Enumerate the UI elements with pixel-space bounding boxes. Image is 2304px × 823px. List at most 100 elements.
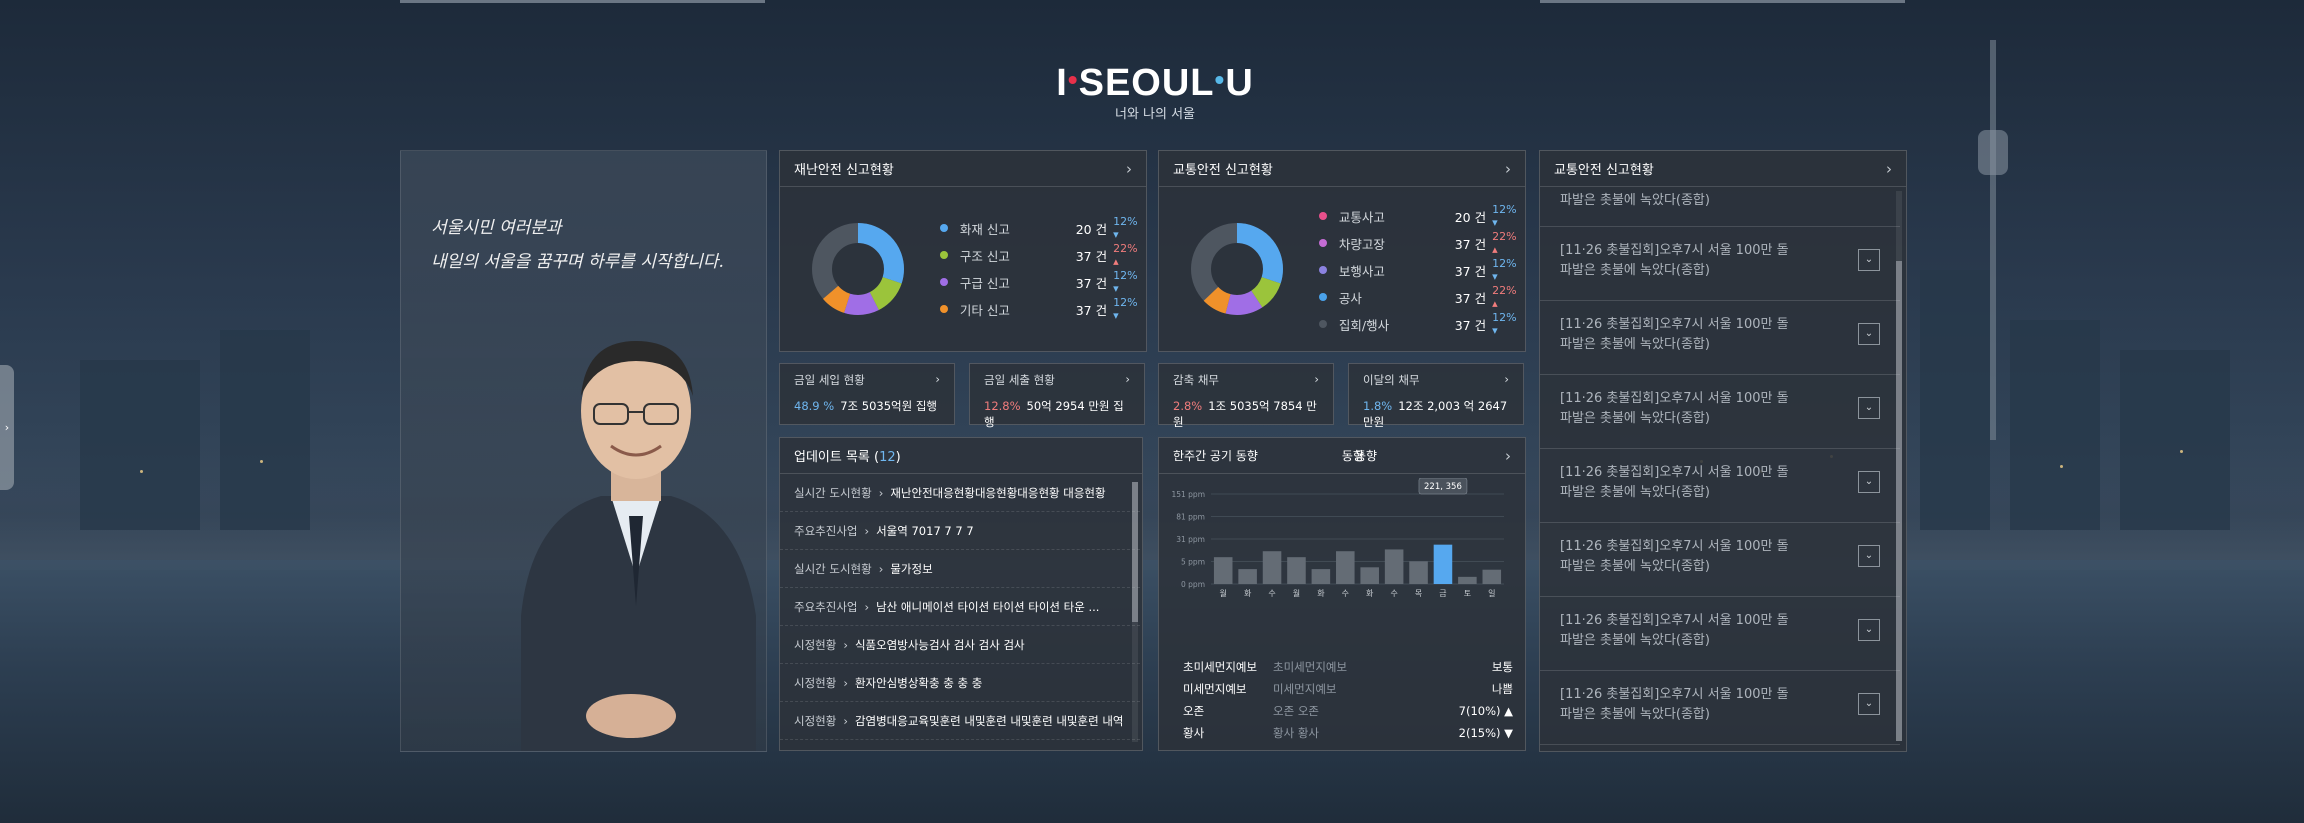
update-list-item[interactable]: 시정현황 › 식품오염방사능검사 검사 검사 검사 bbox=[780, 626, 1140, 664]
news-item-partial[interactable]: 파발은 촛불에 녹았다(종합) bbox=[1560, 189, 1710, 208]
y-tick-label: 151 ppm bbox=[1171, 490, 1205, 499]
y-tick-label: 0 ppm bbox=[1181, 580, 1205, 589]
legend-name: 차량고장 bbox=[1338, 236, 1385, 252]
chart-bar[interactable] bbox=[1458, 576, 1477, 584]
chart-bar[interactable] bbox=[1482, 569, 1502, 584]
update-text: 감염병대응교육및훈련 내및훈련 내및훈련 내및훈련 내역 bbox=[854, 713, 1124, 728]
update-list-item[interactable]: 주요추진사업 › 서울역 7017 7 7 7 bbox=[780, 512, 1140, 550]
chart-bar[interactable] bbox=[1336, 551, 1355, 584]
air-quality-panel: › 한주간 공기 동향 한주간 공기 동향 동향 151 ppm 81 ppm 31… bbox=[1158, 437, 1526, 751]
update-list-item[interactable]: 주요추진사업 › 남산 애니메이션 타이션 타이션 타이션 타운 ... bbox=[780, 588, 1140, 626]
tab-trend[interactable]: 동향 bbox=[1355, 438, 1377, 474]
news-scroll-thumb[interactable] bbox=[1896, 261, 1902, 741]
chevron-down-icon[interactable]: ⌄ bbox=[1858, 545, 1880, 567]
chevron-down-icon[interactable]: ⌄ bbox=[1858, 471, 1880, 493]
chevron-right-icon: › bbox=[935, 372, 940, 386]
news-item[interactable]: [11·26 촛불집회]오후7시 서울 100만 돌 파발은 촛불에 녹았다(종합… bbox=[1540, 597, 1900, 671]
update-scroll-thumb[interactable] bbox=[1132, 482, 1138, 622]
legend-dot bbox=[940, 224, 948, 232]
update-list-item[interactable]: 시정현황 › 환자안심병상확충 충 충 충 bbox=[780, 664, 1140, 702]
y-tick-label: 31 ppm bbox=[1176, 535, 1205, 544]
chevron-right-icon: › bbox=[843, 675, 848, 690]
building bbox=[80, 360, 200, 530]
x-tick-label: 토 bbox=[1464, 589, 1471, 598]
tab-weekly-air-trend[interactable]: 한주간 공기 동향 bbox=[1173, 438, 1258, 474]
legend-pct-value: 12% bbox=[1492, 203, 1517, 216]
legend-dot bbox=[940, 305, 948, 313]
legend-pct-value: 12% bbox=[1492, 311, 1517, 324]
update-category: 실시간 도시현황 bbox=[794, 485, 872, 500]
legend-count: 37 건 bbox=[1075, 248, 1108, 264]
news-headline: [11·26 촛불집회]오후7시 서울 100만 돌 bbox=[1560, 391, 1789, 406]
chart-bar[interactable] bbox=[1409, 561, 1428, 584]
news-headline: [11·26 촛불집회]오후7시 서울 100만 돌 bbox=[1560, 687, 1789, 702]
air-bar-chart: 151 ppm 81 ppm 31 ppm 5 ppm 0 ppm 월 화 수 월 화 수 화 수 목 금 토… bbox=[1171, 478, 1504, 598]
news-item[interactable]: [11·26 촛불집회]오후7시 서울 100만 돌 파발은 촛불에 녹았다(종합… bbox=[1540, 523, 1900, 597]
chevron-right-icon: › bbox=[4, 421, 10, 434]
seoul-tower-head bbox=[1978, 130, 2008, 175]
update-list-item[interactable]: 실시간 도시현황 › 재난안전대응현황대응현황대응현황 대응현황 bbox=[780, 474, 1140, 512]
chevron-right-icon[interactable]: › bbox=[1505, 447, 1511, 465]
finance-box[interactable]: 이달의 채무 › 1.8% 12조 2,003 억 2647 만원 bbox=[1348, 363, 1524, 429]
finance-box[interactable]: 감축 채무 › 2.8% 1조 5035억 7854 만원 bbox=[1158, 363, 1334, 429]
city-light bbox=[2180, 450, 2183, 453]
chevron-right-icon[interactable]: › bbox=[1126, 160, 1132, 178]
air-label: 오존 bbox=[1183, 704, 1205, 718]
finance-value: 7조 5035억원 집행 bbox=[840, 399, 937, 413]
legend-row: 차량고장 37 건 22% ▴ bbox=[1319, 230, 1525, 256]
chart-bar[interactable] bbox=[1311, 569, 1331, 584]
news-headline: [11·26 촛불집회]오후7시 서울 100만 돌 bbox=[1560, 613, 1789, 628]
news-panel-header[interactable]: 교통안전 신고현황 › bbox=[1540, 151, 1906, 187]
legend-pct: 12% ▾ bbox=[1113, 215, 1146, 241]
legend-count: 20 건 bbox=[1075, 221, 1108, 237]
update-text: 남산 애니메이션 타이션 타이션 타이션 타운 ... bbox=[876, 599, 1100, 614]
update-text: 환자안심병상확충 충 충 충 bbox=[854, 675, 983, 690]
chart-bar[interactable] bbox=[1262, 551, 1282, 584]
news-item[interactable]: [11·26 촛불집회]오후7시 서울 100만 돌 파발은 촛불에 녹았다(종합… bbox=[1540, 227, 1900, 301]
news-item[interactable]: [11·26 촛불집회]오후7시 서울 100만 돌 파발은 촛불에 녹았다(종합… bbox=[1540, 449, 1900, 523]
finance-title: 금일 세입 현황 bbox=[794, 373, 865, 387]
news-item[interactable]: [11·26 촛불집회]오후7시 서울 100만 돌 파발은 촛불에 녹았다(종합… bbox=[1540, 671, 1900, 745]
legend-name: 교통사고 bbox=[1338, 209, 1385, 225]
news-item[interactable]: [11·26 촛불집회]오후7시 서울 100만 돌 파발은 촛불에 녹았다(종합… bbox=[1540, 375, 1900, 449]
legend-dot bbox=[940, 251, 948, 259]
update-category: 시정현황 bbox=[794, 713, 837, 728]
legend-pct: 12% ▾ bbox=[1113, 269, 1146, 295]
chevron-down-icon[interactable]: ⌄ bbox=[1858, 397, 1880, 419]
finance-pct: 2.8% bbox=[1173, 399, 1203, 413]
update-list-item[interactable]: 실시간 도시현황 › 물가정보 bbox=[780, 550, 1140, 588]
chevron-right-icon: › bbox=[864, 599, 870, 614]
chart-bar[interactable] bbox=[1287, 557, 1306, 584]
chevron-down-icon[interactable]: ⌄ bbox=[1858, 323, 1880, 345]
logo-dot-red: • bbox=[1067, 64, 1079, 95]
chart-bar[interactable] bbox=[1238, 569, 1257, 584]
chart-bar[interactable] bbox=[1213, 557, 1233, 584]
legend-dot bbox=[1319, 239, 1327, 247]
chevron-down-icon[interactable]: ⌄ bbox=[1858, 249, 1880, 271]
legend-dot bbox=[1319, 293, 1327, 301]
chevron-right-icon[interactable]: › bbox=[1505, 160, 1511, 178]
finance-box[interactable]: 금일 세입 현황 › 48.9 % 7조 5035억원 집행 bbox=[779, 363, 955, 425]
side-toggle-handle[interactable]: › bbox=[0, 365, 14, 490]
news-subline: 파발은 촛불에 녹았다(종합) bbox=[1560, 337, 1710, 352]
chevron-right-icon[interactable]: › bbox=[1886, 160, 1892, 178]
legend-pct-value: 22% bbox=[1492, 284, 1517, 297]
chevron-right-icon: › bbox=[878, 561, 884, 576]
city-light bbox=[2060, 465, 2063, 468]
chart-bar[interactable] bbox=[1433, 544, 1453, 584]
disaster-panel-header[interactable]: 재난안전 신고현황 › bbox=[780, 151, 1146, 187]
traffic-panel-header[interactable]: 교통안전 신고현황 › bbox=[1159, 151, 1525, 187]
chevron-down-icon[interactable]: ⌄ bbox=[1858, 619, 1880, 641]
chart-bar[interactable] bbox=[1360, 567, 1379, 584]
x-tick-label: 금 bbox=[1439, 589, 1446, 598]
update-text: 재난안전대응현황대응현황대응현황 대응현황 bbox=[890, 485, 1106, 500]
update-list-item[interactable]: 시정현황 › 감염병대응교육및훈련 내및훈련 내및훈련 내및훈련 내역 bbox=[780, 702, 1140, 740]
finance-box[interactable]: 금일 세출 현황 › 12.8% 50억 2954 만원 집행 bbox=[969, 363, 1145, 429]
logo-letter-i: I bbox=[1056, 62, 1068, 104]
y-tick-label: 5 ppm bbox=[1181, 558, 1205, 567]
legend-pct: 22% ▴ bbox=[1492, 230, 1525, 256]
top-edge-line bbox=[400, 0, 765, 3]
news-item[interactable]: [11·26 촛불집회]오후7시 서울 100만 돌 파발은 촛불에 녹았다(종합… bbox=[1540, 301, 1900, 375]
chart-bar[interactable] bbox=[1384, 549, 1404, 584]
chevron-down-icon[interactable]: ⌄ bbox=[1858, 693, 1880, 715]
